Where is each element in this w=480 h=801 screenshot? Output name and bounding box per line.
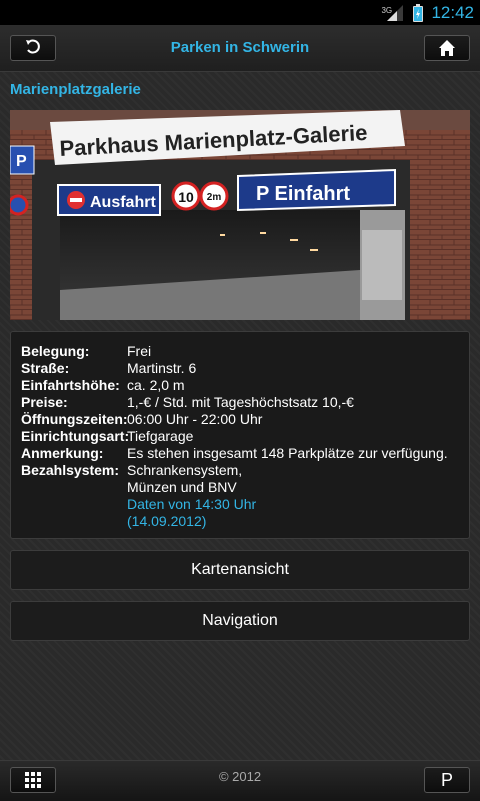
detail-label: Preise:	[21, 394, 68, 410]
detail-row: Einfahrtshöhe: ca. 2,0 m	[21, 377, 459, 394]
data-source: Daten von 14:30 Uhr	[21, 496, 459, 513]
detail-value: 1,-€ / Std. mit Tageshöchstsatz 10,-€	[127, 394, 354, 410]
detail-row: Münzen und BNV	[21, 479, 459, 496]
detail-row: Bezahlsystem: Schrankensystem,	[21, 462, 459, 479]
page-title: Parken in Schwerin	[170, 39, 310, 56]
detail-row: Preise: 1,-€ / Std. mit Tageshöchstsatz 1…	[21, 394, 459, 411]
back-arrow-icon	[26, 39, 40, 54]
photo-sign-exit: Ausfahrt	[90, 194, 156, 211]
parking-button[interactable]: P	[424, 767, 470, 793]
battery-icon	[413, 3, 424, 22]
bottom-bar: © 2012 P	[0, 760, 480, 801]
home-icon	[439, 40, 455, 56]
detail-label: Bezahlsystem:	[21, 462, 120, 478]
detail-value: Tiefgarage	[127, 428, 194, 444]
detail-value: ca. 2,0 m	[127, 377, 185, 393]
data-source-time: Daten von 14:30 Uhr	[127, 496, 257, 512]
detail-row: Öffnungszeiten: 06:00 Uhr - 22:00 Uhr	[21, 411, 459, 428]
detail-row: Einrichtungsart: Tiefgarage	[21, 428, 459, 445]
detail-label: Anmerkung:	[21, 445, 104, 461]
detail-label: Einrichtungsart:	[21, 428, 130, 444]
detail-value: Schrankensystem,	[127, 462, 243, 478]
navigation-button[interactable]: Navigation	[10, 601, 470, 641]
detail-label: Einfahrtshöhe:	[21, 377, 120, 393]
details-panel: Belegung: Frei Straße: Martinstr. 6 Einfahrt…	[10, 331, 470, 539]
detail-value: Es stehen insgesamt 148 Parkplätze zur v…	[127, 445, 448, 461]
detail-label: Belegung:	[21, 343, 90, 359]
status-time: 12:42	[431, 2, 474, 22]
details-list: Belegung: Frei Straße: Martinstr. 6 Einfahrt…	[21, 343, 459, 496]
map-view-button[interactable]: Kartenansicht	[10, 550, 470, 590]
network-type: 3G	[381, 5, 393, 15]
detail-label	[21, 479, 127, 496]
photo-sign-speed: 10	[178, 189, 194, 205]
data-source-date: (14.09.2012)	[127, 513, 207, 529]
detail-value: Frei	[127, 343, 152, 359]
copyright: © 2012	[218, 769, 262, 784]
detail-value: Münzen und BNV	[127, 479, 237, 495]
detail-row: Anmerkung: Es stehen insgesamt 148 Parkpl…	[21, 445, 459, 462]
detail-row: Belegung: Frei	[21, 343, 459, 360]
status-bar: 3G 12:42	[0, 0, 480, 25]
photo-sign-height: 2m	[207, 192, 222, 203]
detail-row: Straße: Martinstr. 6	[21, 360, 459, 377]
detail-value: Martinstr. 6	[127, 360, 197, 376]
signal-icon: 3G	[381, 4, 405, 22]
top-bar: Parken in Schwerin	[0, 25, 480, 72]
photo-sign-entry: P Einfahrt	[256, 183, 350, 205]
back-button[interactable]	[10, 35, 56, 61]
facility-name: Marienplatzgalerie	[10, 81, 141, 98]
detail-value: 06:00 Uhr - 22:00 Uhr	[127, 411, 263, 427]
detail-label: Straße:	[21, 360, 70, 376]
detail-label: Öffnungszeiten:	[21, 411, 128, 427]
photo-sign-side: P	[16, 153, 27, 170]
home-button[interactable]	[424, 35, 470, 61]
facility-photo: Parkhaus Marienplatz-Galerie Ausfahrt 10…	[10, 110, 470, 320]
